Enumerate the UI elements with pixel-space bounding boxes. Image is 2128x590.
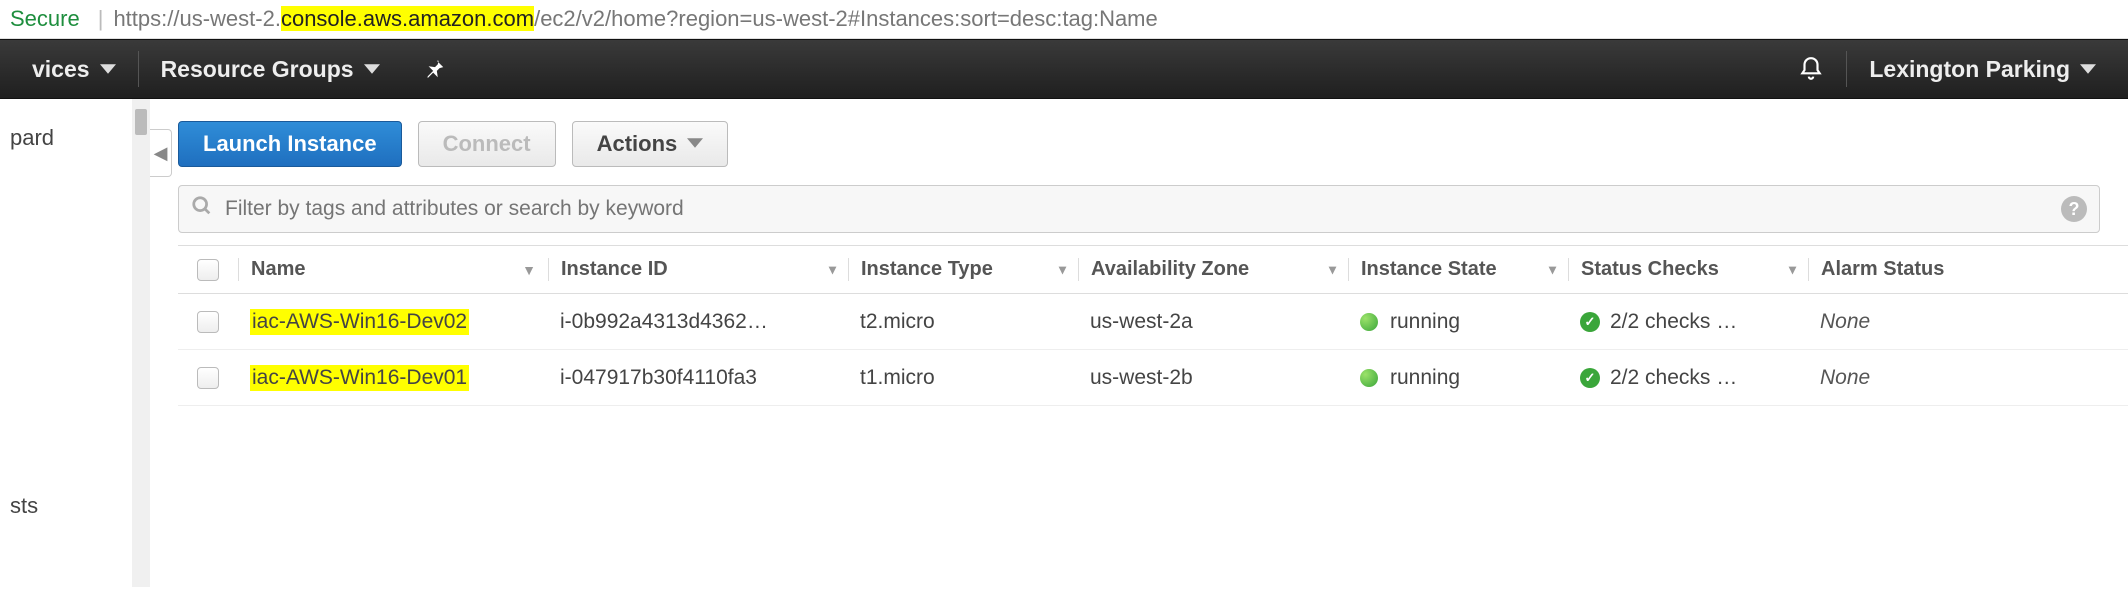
- nav-services[interactable]: vices: [10, 40, 138, 98]
- table-header: Name▼ Instance ID▾ Instance Type▾ Availa…: [178, 246, 2128, 294]
- nav-account-label: Lexington Parking: [1869, 56, 2070, 83]
- check-ok-icon: ✓: [1580, 312, 1600, 332]
- url-text[interactable]: https://us-west-2.console.aws.amazon.com…: [113, 6, 1157, 32]
- caret-down-icon: [364, 56, 380, 83]
- left-sidebar: pard sts: [0, 99, 150, 587]
- sort-icon: ▾: [1549, 261, 1556, 278]
- state-dot-icon: [1360, 313, 1378, 331]
- sort-icon: ▾: [829, 261, 836, 278]
- instance-id: i-0b992a4313d4362…: [548, 310, 848, 334]
- url-host-highlight: console.aws.amazon.com: [281, 6, 534, 31]
- sort-icon: ▼: [522, 262, 536, 278]
- availability-zone: us-west-2a: [1078, 310, 1348, 334]
- url-proto: https: [113, 6, 161, 31]
- actions-button-label: Actions: [597, 131, 678, 157]
- instance-type: t1.micro: [848, 366, 1078, 390]
- sort-icon: ▾: [1789, 261, 1796, 278]
- col-instance-id[interactable]: Instance ID▾: [548, 258, 848, 281]
- nav-account[interactable]: Lexington Parking: [1847, 40, 2118, 98]
- col-availability-zone[interactable]: Availability Zone▾: [1078, 258, 1348, 281]
- sort-icon: ▾: [1329, 261, 1336, 278]
- sidebar-scrollbar[interactable]: [132, 99, 150, 587]
- table-row[interactable]: iac-AWS-Win16-Dev02 i-0b992a4313d4362… t…: [178, 294, 2128, 350]
- col-instance-type[interactable]: Instance Type▾: [848, 258, 1078, 281]
- browser-url-bar: Secure | https://us-west-2.console.aws.a…: [0, 0, 2128, 39]
- state-dot-icon: [1360, 369, 1378, 387]
- action-bar: Launch Instance Connect Actions: [150, 99, 2128, 185]
- select-all-checkbox[interactable]: [197, 259, 219, 281]
- url-sub: ://us-west-2.: [161, 6, 281, 31]
- nav-resource-groups-label: Resource Groups: [161, 56, 354, 83]
- caret-down-icon: [100, 56, 116, 83]
- table-row[interactable]: iac-AWS-Win16-Dev01 i-047917b30f4110fa3 …: [178, 350, 2128, 406]
- launch-instance-button[interactable]: Launch Instance: [178, 121, 402, 167]
- help-icon[interactable]: ?: [2061, 196, 2087, 222]
- connect-button: Connect: [418, 121, 556, 167]
- filter-bar[interactable]: ?: [178, 185, 2100, 233]
- url-path: /ec2/v2/home?region=us-west-2#Instances:…: [534, 6, 1158, 31]
- row-checkbox[interactable]: [197, 367, 219, 389]
- instances-table: Name▼ Instance ID▾ Instance Type▾ Availa…: [178, 245, 2128, 406]
- instance-state: running: [1390, 310, 1460, 334]
- instance-state: running: [1390, 366, 1460, 390]
- caret-down-icon: [2080, 56, 2096, 83]
- col-name[interactable]: Name▼: [238, 258, 548, 281]
- scrollbar-thumb[interactable]: [135, 109, 147, 135]
- alarm-status: None: [1808, 366, 1988, 390]
- instance-name: iac-AWS-Win16-Dev01: [250, 365, 469, 391]
- url-divider: |: [98, 6, 104, 32]
- status-checks: 2/2 checks …: [1610, 310, 1737, 334]
- search-icon: [191, 195, 213, 223]
- notifications-icon[interactable]: [1776, 40, 1846, 98]
- instance-name: iac-AWS-Win16-Dev02: [250, 309, 469, 335]
- aws-top-nav: vices Resource Groups Lexington Parking: [0, 39, 2128, 99]
- col-alarm-status[interactable]: Alarm Status: [1808, 258, 1988, 281]
- nav-services-label: vices: [32, 56, 90, 83]
- secure-label: Secure: [10, 6, 80, 32]
- instance-type: t2.micro: [848, 310, 1078, 334]
- collapse-sidebar-tab[interactable]: ◀: [150, 129, 172, 177]
- col-instance-state[interactable]: Instance State▾: [1348, 258, 1568, 281]
- caret-down-icon: [687, 131, 703, 157]
- pin-icon[interactable]: [402, 40, 468, 98]
- sidebar-item[interactable]: pard: [0, 119, 150, 157]
- main-pane: ◀ Launch Instance Connect Actions ? Name…: [150, 99, 2128, 587]
- filter-input[interactable]: [225, 197, 2053, 221]
- status-checks: 2/2 checks …: [1610, 366, 1737, 390]
- actions-button[interactable]: Actions: [572, 121, 729, 167]
- availability-zone: us-west-2b: [1078, 366, 1348, 390]
- sort-icon: ▾: [1059, 261, 1066, 278]
- col-status-checks[interactable]: Status Checks▾: [1568, 258, 1808, 281]
- sidebar-item[interactable]: sts: [0, 487, 150, 525]
- check-ok-icon: ✓: [1580, 368, 1600, 388]
- nav-resource-groups[interactable]: Resource Groups: [139, 40, 402, 98]
- alarm-status: None: [1808, 310, 1988, 334]
- instance-id: i-047917b30f4110fa3: [548, 366, 848, 390]
- row-checkbox[interactable]: [197, 311, 219, 333]
